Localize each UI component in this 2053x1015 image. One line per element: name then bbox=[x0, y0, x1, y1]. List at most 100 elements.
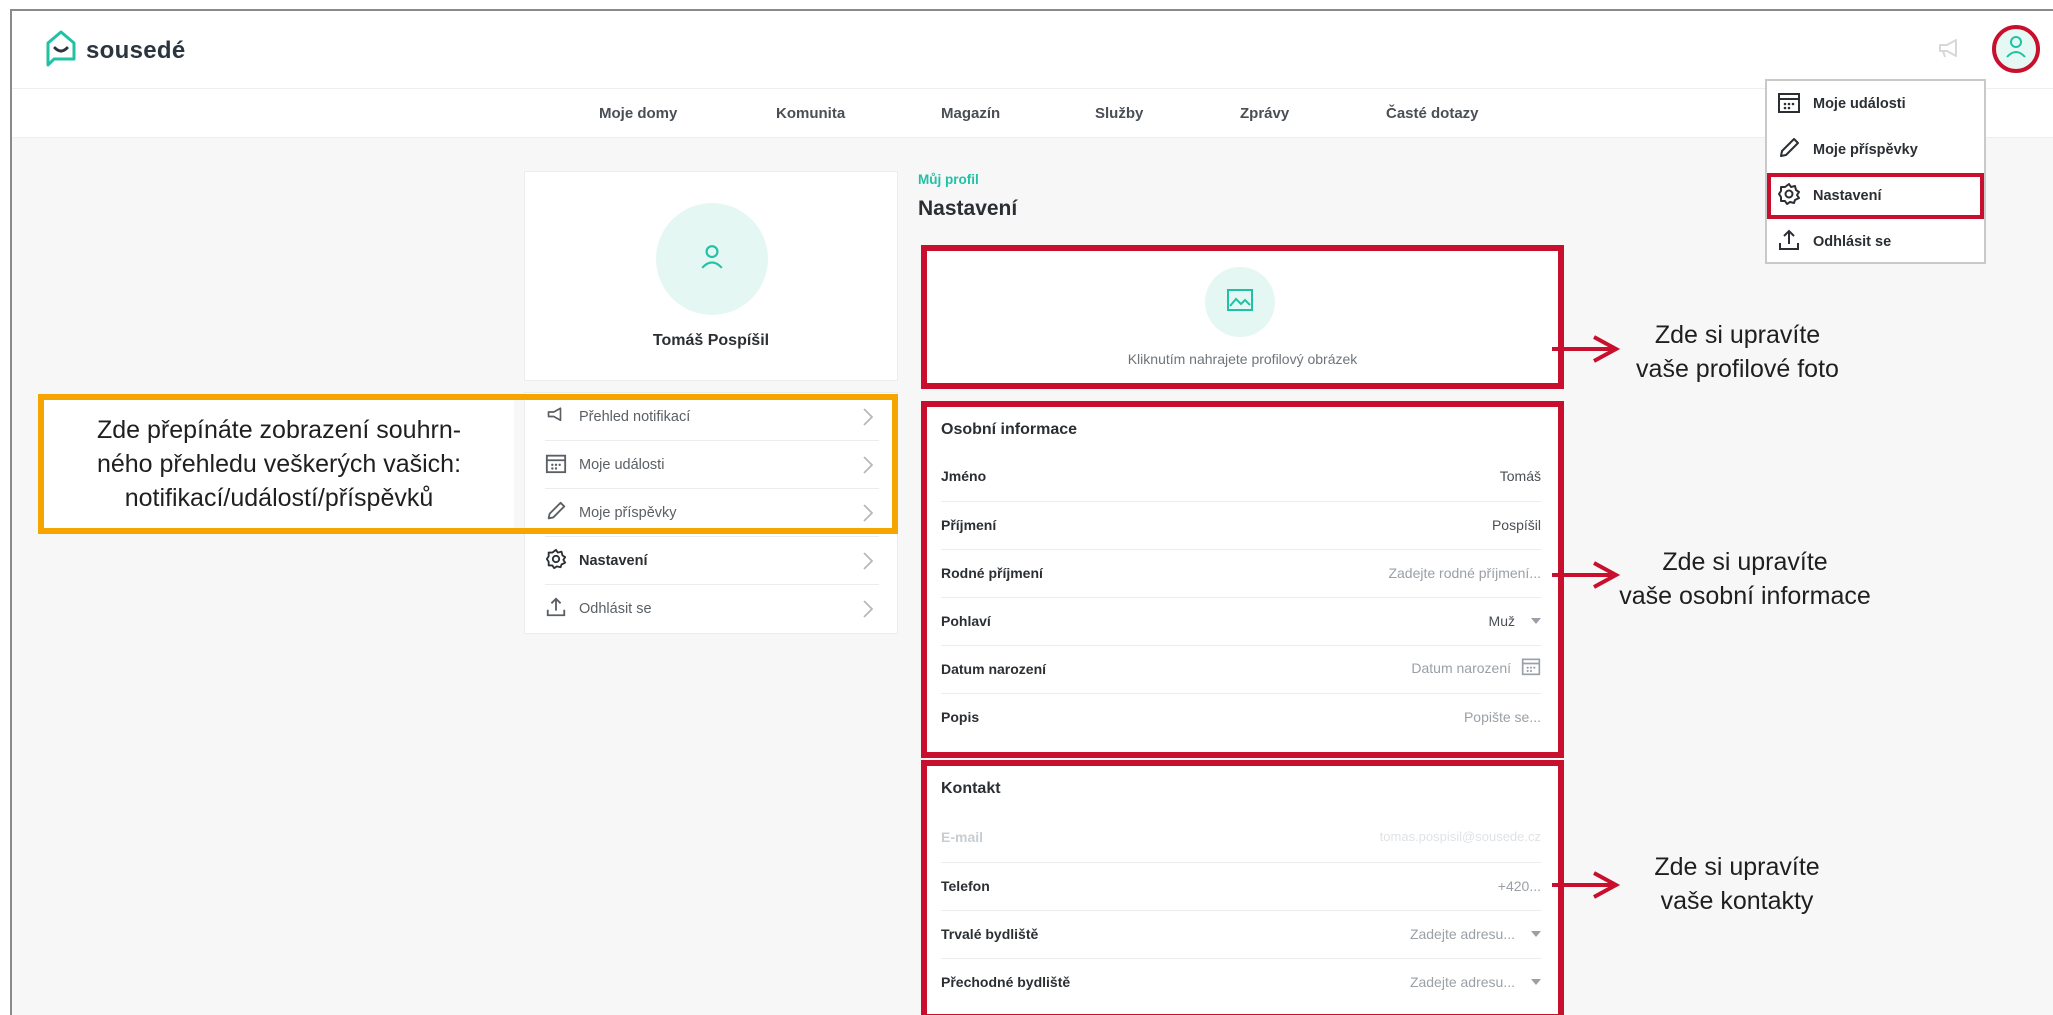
page-title: Nastavení bbox=[918, 197, 1018, 220]
chevron-right-icon bbox=[863, 552, 874, 574]
chevron-right-icon bbox=[863, 408, 874, 430]
date-placeholder: Datum narození bbox=[1411, 659, 1511, 676]
field-label: E-mail bbox=[941, 829, 984, 845]
chevron-right-icon bbox=[863, 504, 874, 526]
house-logo-icon bbox=[44, 27, 78, 74]
side-item-odhlasit-se[interactable]: Odhlásit se bbox=[545, 585, 879, 633]
upload-hint: Kliknutím nahrajete profilový obrázek bbox=[1127, 351, 1358, 367]
field-email: E-mail tomas.pospisil@sousede.cz bbox=[941, 814, 1541, 862]
field-popis[interactable]: Popis Popište se... bbox=[941, 693, 1541, 741]
caret-down-icon bbox=[1531, 618, 1541, 624]
side-item-label: Moje události bbox=[579, 456, 665, 473]
field-label: Jméno bbox=[941, 468, 987, 484]
field-datum-narozeni[interactable]: Datum narození Datum narození bbox=[941, 645, 1541, 693]
field-prechodne-bydliste[interactable]: Přechodné bydliště Zadejte adresu... bbox=[941, 958, 1541, 1006]
pencil-icon bbox=[545, 500, 567, 526]
side-item-nastaveni[interactable]: Nastavení bbox=[545, 537, 879, 585]
field-label: Popis bbox=[941, 709, 980, 725]
dropdown-label: Moje příspěvky bbox=[1813, 142, 1918, 158]
select-value: Muž bbox=[1488, 613, 1515, 629]
dropdown-label: Odhlásit se bbox=[1813, 234, 1892, 250]
side-item-label: Přehled notifikací bbox=[579, 408, 691, 425]
calendar-icon bbox=[1777, 90, 1801, 118]
side-item-moje-udalosti[interactable]: Moje události bbox=[545, 441, 879, 489]
side-item-label: Moje příspěvky bbox=[579, 504, 677, 521]
caret-down-icon bbox=[1531, 931, 1541, 937]
user-avatar-button[interactable] bbox=[1992, 25, 2040, 73]
field-label: Příjmení bbox=[941, 517, 997, 533]
profile-side-menu: Přehled notifikací Moje události Moje př… bbox=[524, 392, 898, 634]
select-value: Zadejte adresu... bbox=[1409, 926, 1515, 942]
field-prijmeni[interactable]: Příjmení Pospíšil bbox=[941, 501, 1541, 549]
gear-icon bbox=[1777, 182, 1801, 210]
logo[interactable]: sousedé bbox=[44, 27, 185, 74]
field-label: Trvalé bydliště bbox=[941, 926, 1039, 942]
profile-avatar bbox=[656, 203, 768, 315]
upload-logout-icon bbox=[1777, 228, 1801, 256]
field-label: Přechodné bydliště bbox=[941, 974, 1071, 990]
nav-komunita[interactable]: Komunita bbox=[776, 89, 845, 138]
calendar-icon bbox=[545, 452, 567, 478]
side-item-label: Odhlásit se bbox=[579, 601, 652, 617]
field-pohlavi[interactable]: Pohlaví Muž bbox=[941, 597, 1541, 645]
field-value[interactable]: +420... bbox=[1498, 878, 1541, 894]
brand-name: sousedé bbox=[86, 36, 186, 64]
field-trvale-bydliste[interactable]: Trvalé bydliště Zadejte adresu... bbox=[941, 910, 1541, 958]
breadcrumb[interactable]: Můj profil bbox=[918, 172, 979, 187]
caret-down-icon bbox=[1531, 979, 1541, 985]
field-label: Telefon bbox=[941, 878, 990, 894]
nav-moje-domy[interactable]: Moje domy bbox=[599, 89, 677, 138]
field-value[interactable]: Popište se... bbox=[1464, 709, 1541, 725]
image-icon bbox=[1227, 288, 1253, 316]
select-value: Zadejte adresu... bbox=[1409, 974, 1515, 990]
nav-sluzby[interactable]: Služby bbox=[1095, 89, 1143, 138]
profile-card: Tomáš Pospíšil bbox=[524, 171, 898, 381]
dropdown-item-odhlasit-se[interactable]: Odhlásit se bbox=[1767, 219, 1984, 265]
field-value[interactable]: Pospíšil bbox=[1492, 517, 1541, 533]
pencil-icon bbox=[1777, 136, 1801, 164]
user-dropdown-menu: Moje události Moje příspěvky Nastavení O… bbox=[1765, 79, 1986, 264]
field-value[interactable]: Zadejte rodné příjmení... bbox=[1388, 565, 1541, 581]
announcement-icon bbox=[545, 406, 567, 428]
address-select[interactable]: Zadejte adresu... bbox=[1410, 974, 1541, 990]
profile-photo-upload[interactable]: Kliknutím nahrajete profilový obrázek bbox=[921, 245, 1564, 389]
nav-magazin[interactable]: Magazín bbox=[941, 89, 1000, 138]
date-picker[interactable]: Datum narození bbox=[1411, 656, 1541, 679]
side-item-moje-prispevky[interactable]: Moje příspěvky bbox=[545, 489, 879, 537]
nav-caste-dotazy[interactable]: Časté dotazy bbox=[1386, 89, 1479, 138]
annotation-personal: Zde si upravíte vaše osobní informace bbox=[1619, 548, 1871, 610]
user-icon bbox=[2005, 35, 2027, 64]
announcement-icon[interactable] bbox=[1936, 37, 1964, 61]
field-value: tomas.pospisil@sousede.cz bbox=[1379, 829, 1541, 844]
calendar-icon bbox=[1521, 656, 1541, 679]
dropdown-item-nastaveni[interactable]: Nastavení bbox=[1767, 173, 1984, 219]
annotation-photo: Zde si upravíte vaše profilové foto bbox=[1636, 321, 1839, 383]
field-jmeno[interactable]: Jméno Tomáš bbox=[941, 453, 1541, 501]
annotation-contact: Zde si upravíte vaše kontakty bbox=[1654, 853, 1820, 915]
nav-zpravy[interactable]: Zprávy bbox=[1240, 89, 1289, 138]
field-rodne-prijmeni[interactable]: Rodné příjmení Zadejte rodné příjmení... bbox=[941, 549, 1541, 597]
field-value[interactable]: Tomáš bbox=[1500, 468, 1541, 484]
field-label: Datum narození bbox=[941, 661, 1047, 677]
chevron-right-icon bbox=[863, 456, 874, 478]
annotation-side-menu: Zde přepínáte zobrazení souhrn- ného pře… bbox=[96, 416, 462, 512]
gear-icon bbox=[545, 548, 567, 574]
section-title: Osobní informace bbox=[941, 421, 1078, 438]
field-label: Pohlaví bbox=[941, 613, 991, 629]
photo-placeholder bbox=[1205, 267, 1275, 337]
contact-section: Kontakt E-mail tomas.pospisil@sousede.cz… bbox=[921, 760, 1564, 1015]
field-label: Rodné příjmení bbox=[941, 565, 1043, 581]
field-telefon[interactable]: Telefon +420... bbox=[941, 862, 1541, 910]
side-item-prehled-notifikaci[interactable]: Přehled notifikací bbox=[545, 393, 879, 441]
user-icon bbox=[700, 244, 724, 275]
dropdown-item-moje-udalosti[interactable]: Moje události bbox=[1767, 81, 1984, 127]
dropdown-item-moje-prispevky[interactable]: Moje příspěvky bbox=[1767, 127, 1984, 173]
dropdown-label: Moje události bbox=[1813, 96, 1906, 112]
chevron-right-icon bbox=[863, 600, 874, 622]
side-item-label: Nastavení bbox=[579, 552, 648, 569]
address-select[interactable]: Zadejte adresu... bbox=[1410, 926, 1541, 942]
upload-logout-icon bbox=[545, 596, 567, 622]
personal-info-section: Osobní informace Jméno Tomáš Příjmení Po… bbox=[921, 401, 1564, 758]
dropdown-label: Nastavení bbox=[1813, 188, 1882, 204]
gender-select[interactable]: Muž bbox=[1489, 613, 1541, 629]
